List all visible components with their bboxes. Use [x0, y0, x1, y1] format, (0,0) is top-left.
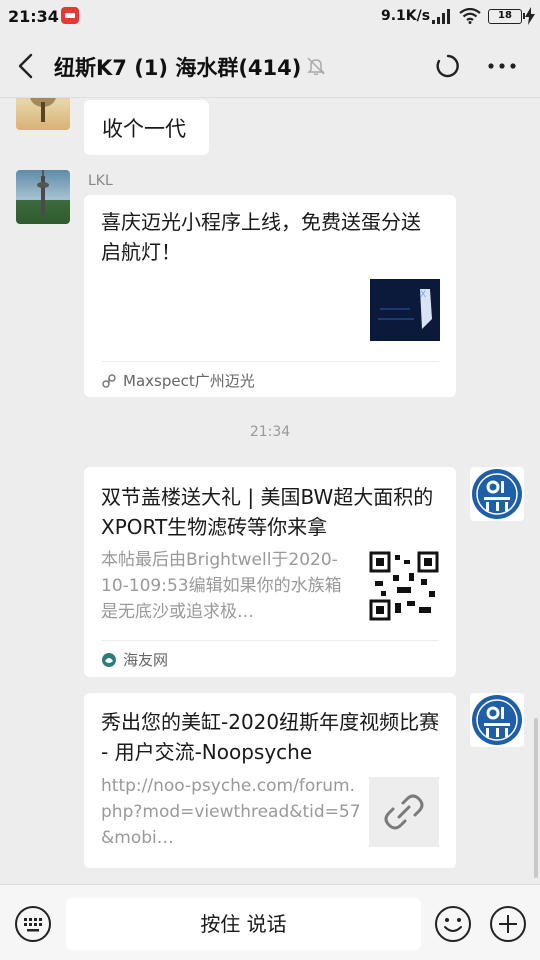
card-source: 海友网 — [101, 649, 168, 670]
more-icon[interactable] — [487, 62, 517, 70]
site-logo-icon — [102, 652, 116, 667]
signal-icon — [432, 9, 450, 24]
card-thumbnail: X — [370, 279, 440, 341]
card-title: 双节盖楼送大礼 | 美国BW超大面积的XPORT生物滤砖等你来拿 — [101, 485, 434, 539]
link-card[interactable]: 双节盖楼送大礼 | 美国BW超大面积的XPORT生物滤砖等你来拿 本帖最后由Br… — [84, 467, 456, 677]
charging-icon — [525, 7, 535, 25]
chat-messages[interactable]: 收个一代 LKL 喜庆迈光小程序上线，免费送蛋分送启航灯！ X Maxspect… — [0, 98, 540, 884]
refresh-icon[interactable] — [435, 53, 461, 79]
card-description: http://noo-psyche.com/forum.php?mod=view… — [101, 776, 361, 848]
card-title: 喜庆迈光小程序上线，免费送蛋分送启航灯！ — [101, 210, 421, 264]
status-time: 21:34 — [8, 7, 59, 26]
card-divider — [101, 361, 439, 362]
bot-logo-icon — [472, 469, 522, 519]
back-icon[interactable] — [14, 52, 40, 80]
mini-program-icon — [102, 373, 116, 388]
tower-image — [37, 170, 49, 216]
card-title: 秀出您的美缸-2020纽斯年度视频比赛 - 用户交流-Noopsyche — [101, 710, 440, 764]
avatar[interactable] — [16, 170, 70, 224]
plus-icon[interactable] — [489, 905, 527, 943]
link-card[interactable]: 秀出您的美缸-2020纽斯年度视频比赛 - 用户交流-Noopsyche htt… — [84, 693, 456, 868]
tree-image — [30, 98, 56, 122]
sender-name: LKL — [88, 173, 113, 189]
status-bar: 21:34 9.1K/s 18 — [0, 0, 540, 34]
network-speed: 9.1K/s — [381, 8, 431, 24]
scrollbar[interactable] — [534, 718, 538, 878]
avatar[interactable] — [470, 693, 524, 747]
chat-header: 纽斯K7 (1) 海水群(414) — [0, 34, 540, 98]
mute-icon — [307, 57, 325, 76]
link-icon — [384, 794, 424, 830]
chat-title: 纽斯K7 (1) 海水群(414) — [54, 56, 302, 80]
link-thumbnail — [369, 777, 439, 847]
hold-to-talk-button[interactable]: 按住 说话 — [66, 898, 421, 950]
mini-program-card[interactable]: 喜庆迈光小程序上线，免费送蛋分送启航灯！ X Maxspect广州迈光 — [84, 195, 456, 397]
card-source-label: Maxspect广州迈光 — [123, 372, 255, 390]
qr-code-image — [369, 551, 439, 621]
message-text: 收个一代 — [102, 117, 186, 141]
wifi-icon — [459, 8, 481, 24]
svg-text:X: X — [420, 290, 426, 300]
product-image: X — [378, 289, 432, 329]
input-bar: 按住 说话 — [0, 884, 540, 960]
card-description: 本帖最后由Brightwell于2020-10-109:53编辑如果你的水族箱是… — [101, 550, 342, 622]
keyboard-icon[interactable] — [14, 905, 52, 943]
avatar[interactable] — [16, 98, 70, 130]
qr-code — [369, 551, 439, 621]
bot-logo-icon — [472, 695, 522, 745]
emoji-icon[interactable] — [434, 905, 472, 943]
notification-app-icon — [61, 7, 79, 24]
card-source-label: 海友网 — [123, 651, 169, 669]
card-divider — [101, 640, 439, 641]
card-source: Maxspect广州迈光 — [101, 370, 255, 391]
avatar[interactable] — [470, 467, 524, 521]
battery-icon: 18 — [488, 9, 525, 24]
message-bubble[interactable]: 收个一代 — [84, 100, 209, 155]
message-timestamp: 21:34 — [249, 424, 291, 440]
